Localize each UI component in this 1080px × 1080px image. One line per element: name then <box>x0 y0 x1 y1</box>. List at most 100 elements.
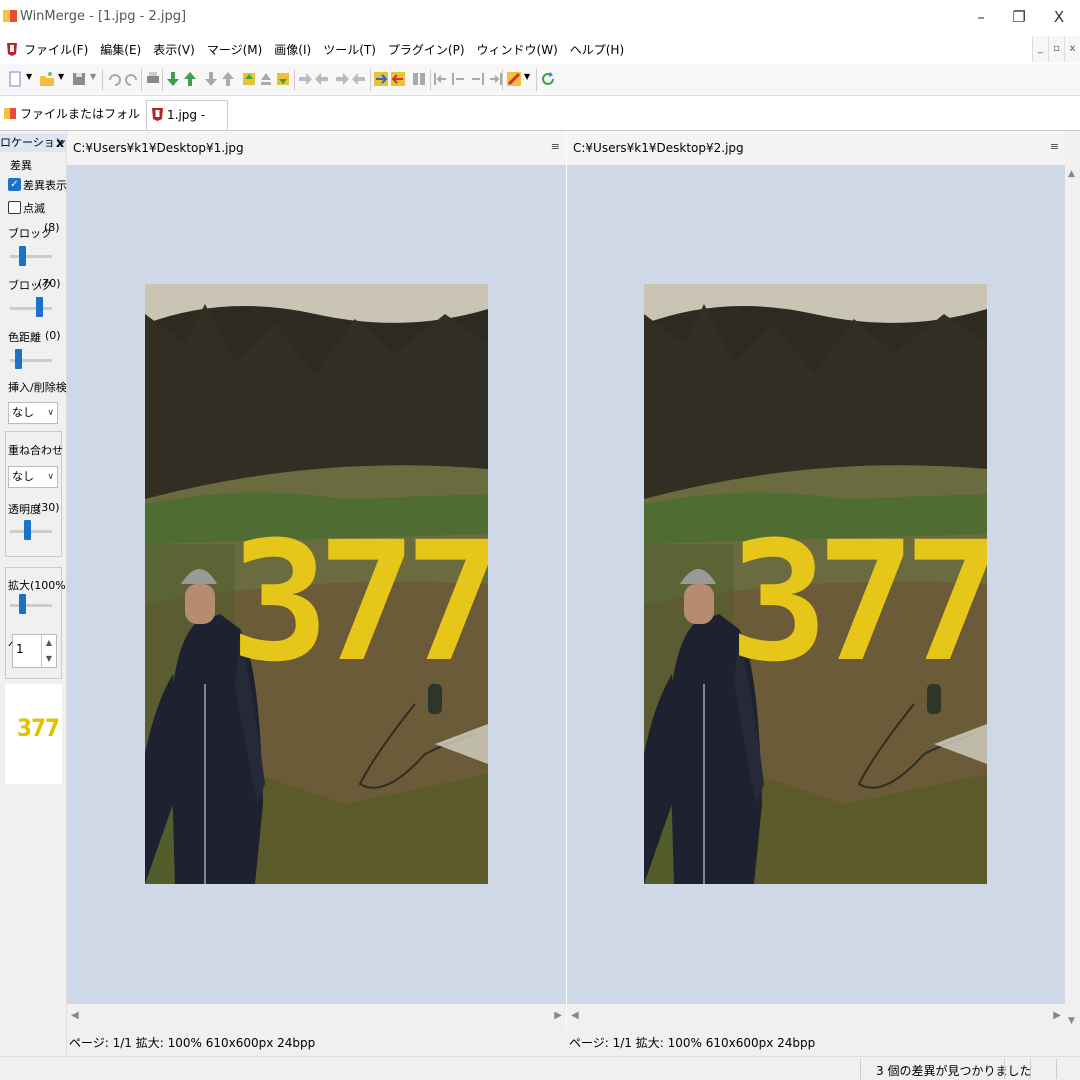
left-horizontal-scrollbar[interactable]: ◀ ▶ <box>67 1004 566 1030</box>
menu-edit[interactable]: 編集(E) <box>100 41 141 58</box>
menu-tools[interactable]: ツール(T) <box>323 41 376 58</box>
scroll-left-icon[interactable]: ◀ <box>571 1010 579 1021</box>
right-image: 377 <box>644 284 987 884</box>
scroll-left-icon[interactable]: ◀ <box>71 1010 79 1021</box>
toolbar: ▼ ▼ ▼ ▼ <box>0 64 1080 96</box>
left-image: 377 <box>145 284 488 884</box>
tab-select-files[interactable]: ファイルまたはフォルダーの選択 <box>0 100 143 149</box>
diff-section-label: 差異 <box>10 159 32 172</box>
overlay-combo[interactable]: なし ∨ <box>8 466 58 488</box>
menu-image[interactable]: 画像(I) <box>274 41 311 58</box>
first-diff-icon[interactable] <box>219 70 237 88</box>
window-title: WinMerge - [1.jpg - 2.jpg] <box>20 9 187 24</box>
spin-up-icon[interactable]: ▲ <box>42 635 56 651</box>
menu-bar: ファイル(F) 編集(E) 表示(V) マージ(M) 画像(I) ツール(T) … <box>0 34 1080 64</box>
block-threshold-slider-track <box>10 307 52 310</box>
status-bar: 3 個の差異が見つかりました <box>0 1056 1080 1080</box>
color-distance-slider[interactable] <box>15 349 22 369</box>
save-icon[interactable] <box>70 70 88 88</box>
merge-left2-icon[interactable] <box>450 70 468 88</box>
open-folder-icon[interactable] <box>38 70 56 88</box>
copy-left-advance-icon[interactable] <box>350 70 368 88</box>
next-diff-icon[interactable] <box>164 70 182 88</box>
zoom-slider-track <box>10 604 52 607</box>
photo-illustration: 377 <box>644 284 987 884</box>
save-dropdown-icon[interactable]: ▼ <box>90 72 96 81</box>
merge-left-icon[interactable] <box>432 70 450 88</box>
select-files-icon <box>4 108 16 119</box>
overlay-label: 重ね合わせ <box>8 444 63 457</box>
compare-icon[interactable] <box>410 70 428 88</box>
left-image-pane[interactable]: C:¥Users¥k1¥Desktop¥1.jpg ≡ 377 ◀ ▶ <box>67 131 566 1030</box>
copy-all-right-icon[interactable] <box>372 70 390 88</box>
open-dropdown-icon[interactable]: ▼ <box>58 72 64 81</box>
zoom-label: 拡大(100%) <box>8 579 71 592</box>
copy-left-icon[interactable] <box>313 70 331 88</box>
right-pane-header: C:¥Users¥k1¥Desktop¥2.jpg ≡ <box>567 131 1065 165</box>
scroll-right-icon[interactable]: ▶ <box>1053 1010 1061 1021</box>
page-spinner[interactable]: 1 ▲ ▼ <box>12 634 57 668</box>
insert-delete-combo[interactable]: なし ∨ <box>8 402 58 424</box>
close-button[interactable]: X <box>1036 4 1080 30</box>
chevron-down-icon: ∨ <box>47 472 54 482</box>
right-pane-status: ページ: 1/1 拡大: 100% 610x600px 24bpp <box>567 1030 1080 1056</box>
refresh-icon[interactable] <box>539 70 557 88</box>
options-dropdown-icon[interactable]: ▼ <box>524 72 530 81</box>
menu-merge[interactable]: マージ(M) <box>207 41 262 58</box>
tab-image-compare[interactable]: 1.jpg - 2.jpg <box>146 100 228 150</box>
chevron-down-icon: ∨ <box>47 408 54 418</box>
mdi-minimize-button[interactable]: _ <box>1032 36 1048 62</box>
transparency-slider[interactable] <box>24 520 31 540</box>
zoom-slider[interactable] <box>19 594 26 614</box>
spin-down-icon[interactable]: ▼ <box>42 651 56 667</box>
show-diff-label: 差異表示 <box>23 179 67 192</box>
vertical-scrollbar[interactable]: ▲ ▼ <box>1065 165 1080 1030</box>
mdi-close-button[interactable]: x <box>1064 36 1080 62</box>
image-number-text: 377 <box>230 506 488 698</box>
new-dropdown-icon[interactable]: ▼ <box>26 72 32 81</box>
right-image-pane[interactable]: C:¥Users¥k1¥Desktop¥2.jpg ≡ 377 ◀ ▶ <box>567 131 1065 1030</box>
new-document-icon[interactable] <box>6 70 24 88</box>
title-bar: WinMerge - [1.jpg - 2.jpg] – ❐ X <box>0 0 1080 34</box>
pane-menu-icon[interactable]: ≡ <box>551 140 560 153</box>
overlay-value: なし <box>12 470 34 483</box>
scroll-up-icon[interactable]: ▲ <box>1068 169 1075 179</box>
prev-diff-icon[interactable] <box>181 70 199 88</box>
diff-up-icon[interactable] <box>257 70 275 88</box>
scroll-down-icon[interactable]: ▼ <box>1068 1016 1075 1026</box>
show-diff-checkbox[interactable]: ✓ <box>8 178 21 191</box>
current-diff-icon[interactable] <box>240 70 258 88</box>
tab-bar: ファイルまたはフォルダーの選択 1.jpg - 2.jpg <box>0 96 1080 150</box>
location-pane-close-icon[interactable]: x <box>56 134 64 152</box>
document-icon[interactable] <box>4 41 20 57</box>
thumbnail-text: 377 <box>17 714 60 742</box>
insert-delete-label: 挿入/削除検 <box>8 381 67 394</box>
mdi-restore-button[interactable]: ▫ <box>1048 36 1064 62</box>
redo-icon[interactable] <box>122 70 140 88</box>
block-threshold-slider[interactable] <box>36 297 43 317</box>
right-horizontal-scrollbar[interactable]: ◀ ▶ <box>567 1004 1065 1030</box>
options-icon[interactable] <box>505 70 523 88</box>
copy-right-icon[interactable] <box>296 70 314 88</box>
menu-plugins[interactable]: プラグイン(P) <box>388 41 465 58</box>
merge-right-icon[interactable] <box>468 70 486 88</box>
last-diff-icon[interactable] <box>202 70 220 88</box>
scroll-right-icon[interactable]: ▶ <box>554 1010 562 1021</box>
copy-right-advance-icon[interactable] <box>333 70 351 88</box>
copy-all-left-icon[interactable] <box>389 70 407 88</box>
menu-window[interactable]: ウィンドウ(W) <box>477 41 558 58</box>
location-thumbnail[interactable]: 377 <box>5 684 62 784</box>
menu-help[interactable]: ヘルプ(H) <box>570 41 624 58</box>
left-pane-status: ページ: 1/1 拡大: 100% 610x600px 24bpp <box>67 1030 566 1056</box>
pane-menu-icon[interactable]: ≡ <box>1050 140 1059 153</box>
location-pane-header: ロケーション x <box>0 134 67 152</box>
menu-view[interactable]: 表示(V) <box>153 41 195 58</box>
transparency-slider-track <box>10 530 52 533</box>
color-distance-label: 色距離 <box>8 331 41 344</box>
blink-checkbox[interactable] <box>8 201 21 214</box>
print-icon[interactable] <box>144 70 162 88</box>
diff-down-icon[interactable] <box>274 70 292 88</box>
mdi-controls: _ ▫ x <box>1032 36 1080 62</box>
menu-file[interactable]: ファイル(F) <box>24 41 88 58</box>
block-size-slider[interactable] <box>19 246 26 266</box>
